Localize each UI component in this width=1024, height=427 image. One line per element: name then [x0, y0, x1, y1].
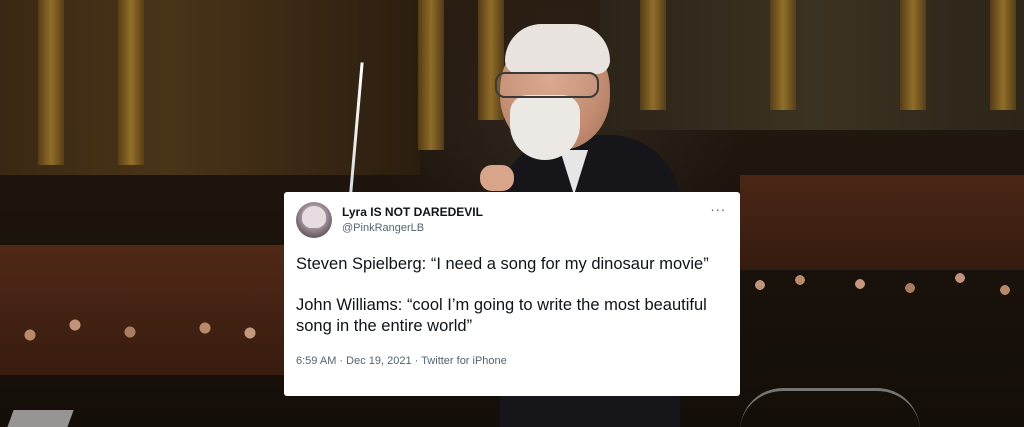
gilded-column — [418, 0, 444, 150]
avatar-image — [302, 206, 326, 228]
music-stand — [6, 410, 74, 427]
gilded-column — [900, 0, 926, 110]
meta-separator: · — [339, 355, 344, 367]
tweet-header: Lyra IS NOT DAREDEVIL @PinkRangerLB ··· — [296, 202, 727, 238]
foreground-railing — [740, 388, 920, 427]
gilded-column — [38, 0, 64, 165]
conductor-hair — [505, 24, 610, 74]
tweet-card: Lyra IS NOT DAREDEVIL @PinkRangerLB ··· … — [284, 192, 740, 396]
gilded-column — [118, 0, 144, 165]
more-options-icon[interactable]: ··· — [709, 202, 727, 218]
conductor-hand — [480, 165, 514, 191]
display-name[interactable]: Lyra IS NOT DAREDEVIL — [342, 205, 483, 220]
background-photo: Lyra IS NOT DAREDEVIL @PinkRangerLB ··· … — [0, 0, 1024, 427]
tweet-metadata: 6:59 AM · Dec 19, 2021 · Twitter for iPh… — [296, 354, 727, 368]
tweet-date[interactable]: Dec 19, 2021 — [346, 355, 411, 367]
tweet-source[interactable]: Twitter for iPhone — [421, 355, 507, 367]
tweet-paragraph: John Williams: “cool I’m going to write … — [296, 296, 707, 335]
tweet-time[interactable]: 6:59 AM — [296, 355, 336, 367]
tweet-text: Steven Spielberg: “I need a song for my … — [296, 254, 727, 337]
user-handle[interactable]: @PinkRangerLB — [342, 221, 424, 235]
meta-separator: · — [414, 355, 419, 367]
tweet-paragraph: Steven Spielberg: “I need a song for my … — [296, 255, 709, 273]
gilded-column — [640, 0, 666, 110]
conductor-glasses — [495, 72, 599, 98]
profile-avatar[interactable] — [296, 202, 332, 238]
gilded-column — [990, 0, 1016, 110]
gilded-column — [770, 0, 796, 110]
